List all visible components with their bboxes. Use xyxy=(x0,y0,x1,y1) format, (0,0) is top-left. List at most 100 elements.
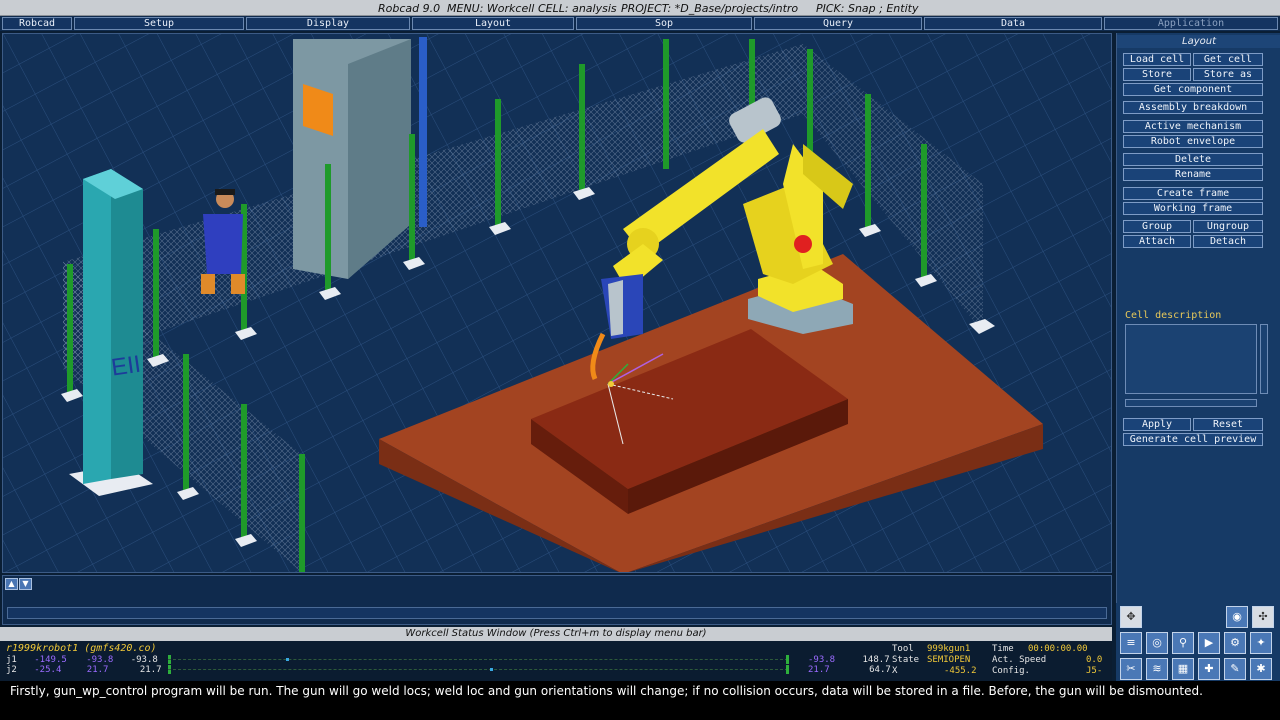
robot-envelope-button[interactable]: Robot envelope xyxy=(1123,135,1263,148)
cell-description-label: Cell description xyxy=(1125,310,1222,321)
attach-button[interactable]: Attach xyxy=(1123,235,1191,248)
load-cell-button[interactable]: Load cell xyxy=(1123,53,1191,66)
workcell-status-window: r1999krobot1 (gmfs420.co) j1 -149.5 -93.… xyxy=(0,641,1112,681)
apply-button[interactable]: Apply xyxy=(1123,418,1191,431)
weld-gun-icon[interactable]: ✦ xyxy=(1250,632,1272,654)
edit-icon[interactable]: ✎ xyxy=(1224,658,1246,680)
fixture-icon[interactable]: ✚ xyxy=(1198,658,1220,680)
joint-slider[interactable] xyxy=(168,658,788,668)
joint-mid: -93.8 xyxy=(86,655,114,665)
x-label: X xyxy=(892,666,898,676)
settings-icon[interactable]: ✱ xyxy=(1250,658,1272,680)
pick-mode: PICK: Snap ; Entity xyxy=(816,2,919,15)
workcell-scene: EII xyxy=(3,34,1111,572)
x-value: -455.2 xyxy=(944,666,977,676)
joint-min: -149.5 xyxy=(34,655,67,665)
move-icon[interactable]: ✣ xyxy=(1252,606,1274,628)
title-bar: Robcad 9.0 MENU: Workcell CELL: analysis… xyxy=(0,0,1280,16)
joint-min: -25.4 xyxy=(34,665,62,675)
get-component-button[interactable]: Get component xyxy=(1123,83,1263,96)
joint-range: -93.8 148.7 xyxy=(808,655,890,665)
generate-cell-preview-button[interactable]: Generate cell preview xyxy=(1123,433,1263,446)
camera-icon[interactable]: ◉ xyxy=(1226,606,1248,628)
ungroup-button[interactable]: Ungroup xyxy=(1193,220,1263,233)
assembly-breakdown-button[interactable]: Assembly breakdown xyxy=(1123,101,1263,114)
path-icon[interactable]: ≋ xyxy=(1146,658,1168,680)
command-area: ▲ ▼ xyxy=(2,575,1112,625)
eye-icon[interactable]: ◎ xyxy=(1146,632,1168,654)
graphics-viewport[interactable]: EII xyxy=(2,33,1112,573)
joint-label: j1 xyxy=(6,655,17,665)
joint-position-marker xyxy=(490,668,493,671)
play-icon[interactable]: ▶ xyxy=(1198,632,1220,654)
joint-limit-right xyxy=(786,665,789,674)
cell-description-field[interactable] xyxy=(1125,324,1257,394)
robot-name: r1999krobot1 (gmfs420.co) xyxy=(6,643,157,654)
working-frame-button[interactable]: Working frame xyxy=(1123,202,1263,215)
state-label: State xyxy=(892,655,920,665)
menu-layout[interactable]: Layout xyxy=(412,17,574,30)
tool-label: Tool xyxy=(892,644,914,654)
joint-value: 21.7 xyxy=(139,665,162,675)
cell-description-horizontal-scrollbar[interactable] xyxy=(1125,399,1257,407)
rename-button[interactable]: Rename xyxy=(1123,168,1263,181)
joint-row: j2 -25.4 21.7 21.7 xyxy=(6,665,162,675)
delete-button[interactable]: Delete xyxy=(1123,153,1263,166)
menu-setup[interactable]: Setup xyxy=(74,17,244,30)
icon-toolbar: ✥ ◉ ✣ ≡ ◎ ⚲ ▶ ⚙ ✦ ✂ ≋ ▦ ✚ ✎ ✱ xyxy=(1116,603,1280,681)
blue-pole xyxy=(419,37,427,227)
speed-value: 0.0 xyxy=(1086,655,1103,665)
config-value: J5- xyxy=(1086,666,1103,676)
robot-icon[interactable]: ⚙ xyxy=(1224,632,1246,654)
video-subtitle: Firstly, gun_wp_control program will be … xyxy=(0,681,1280,720)
tree-icon[interactable]: ⚲ xyxy=(1172,632,1194,654)
menu-sop[interactable]: Sop xyxy=(576,17,752,30)
joint-position-marker xyxy=(286,658,289,661)
create-frame-button[interactable]: Create frame xyxy=(1123,187,1263,200)
joint-range-min: -93.8 xyxy=(808,655,836,665)
tools-icon[interactable]: ✂ xyxy=(1120,658,1142,680)
status-window-title: Workcell Status Window (Press Ctrl+m to … xyxy=(0,627,1112,641)
menu-display[interactable]: Display xyxy=(246,17,410,30)
current-project: PROJECT: *D_Base/projects/intro xyxy=(621,2,799,15)
joint-slider[interactable] xyxy=(168,668,788,678)
time-value: 00:00:00.00 xyxy=(1028,644,1088,654)
time-label: Time xyxy=(992,644,1014,654)
cell-description-vertical-scrollbar[interactable] xyxy=(1260,324,1268,394)
joint-label: j2 xyxy=(6,665,17,675)
active-mechanism-button[interactable]: Active mechanism xyxy=(1123,120,1263,133)
state-value: SEMIOPEN xyxy=(927,655,971,665)
group-button[interactable]: Group xyxy=(1123,220,1191,233)
app-name: Robcad 9.0 xyxy=(378,2,441,15)
menu-application[interactable]: Application xyxy=(1104,17,1278,30)
scroll-up-icon[interactable]: ▲ xyxy=(5,578,18,590)
command-input[interactable] xyxy=(7,607,1107,619)
reset-button[interactable]: Reset xyxy=(1193,418,1263,431)
robcad-window: Robcad 9.0 MENU: Workcell CELL: analysis… xyxy=(0,0,1280,720)
joint-range: 21.7 64.7 xyxy=(808,665,891,675)
menu-bar: Robcad Setup Display Layout Sop Query Da… xyxy=(0,16,1280,31)
joint-range-min: 21.7 xyxy=(808,665,830,675)
table-icon[interactable]: ▦ xyxy=(1172,658,1194,680)
current-menu: MENU: Workcell xyxy=(447,2,535,15)
panel-title: Layout xyxy=(1117,35,1280,48)
joint-range-max: 148.7 xyxy=(862,655,890,665)
joint-mid: 21.7 xyxy=(86,665,109,675)
scroll-down-icon[interactable]: ▼ xyxy=(19,578,32,590)
store-button[interactable]: Store xyxy=(1123,68,1191,81)
layout-panel: Layout Load cell Get cell Store Store as… xyxy=(1116,33,1280,603)
joint-value: -93.8 xyxy=(130,655,158,665)
menu-query[interactable]: Query xyxy=(754,17,922,30)
detach-button[interactable]: Detach xyxy=(1193,235,1263,248)
joint-range-max: 64.7 xyxy=(869,665,891,675)
config-label: Config. xyxy=(992,666,1030,676)
list-icon[interactable]: ≡ xyxy=(1120,632,1142,654)
column-label: EII xyxy=(110,351,143,382)
joint-row: j1 -149.5 -93.8 -93.8 xyxy=(6,655,158,665)
get-cell-button[interactable]: Get cell xyxy=(1193,53,1263,66)
current-cell: CELL: analysis xyxy=(538,2,617,15)
menu-data[interactable]: Data xyxy=(924,17,1102,30)
pointer-icon[interactable]: ✥ xyxy=(1120,606,1142,628)
menu-robcad[interactable]: Robcad xyxy=(2,17,72,30)
store-as-button[interactable]: Store as xyxy=(1193,68,1263,81)
